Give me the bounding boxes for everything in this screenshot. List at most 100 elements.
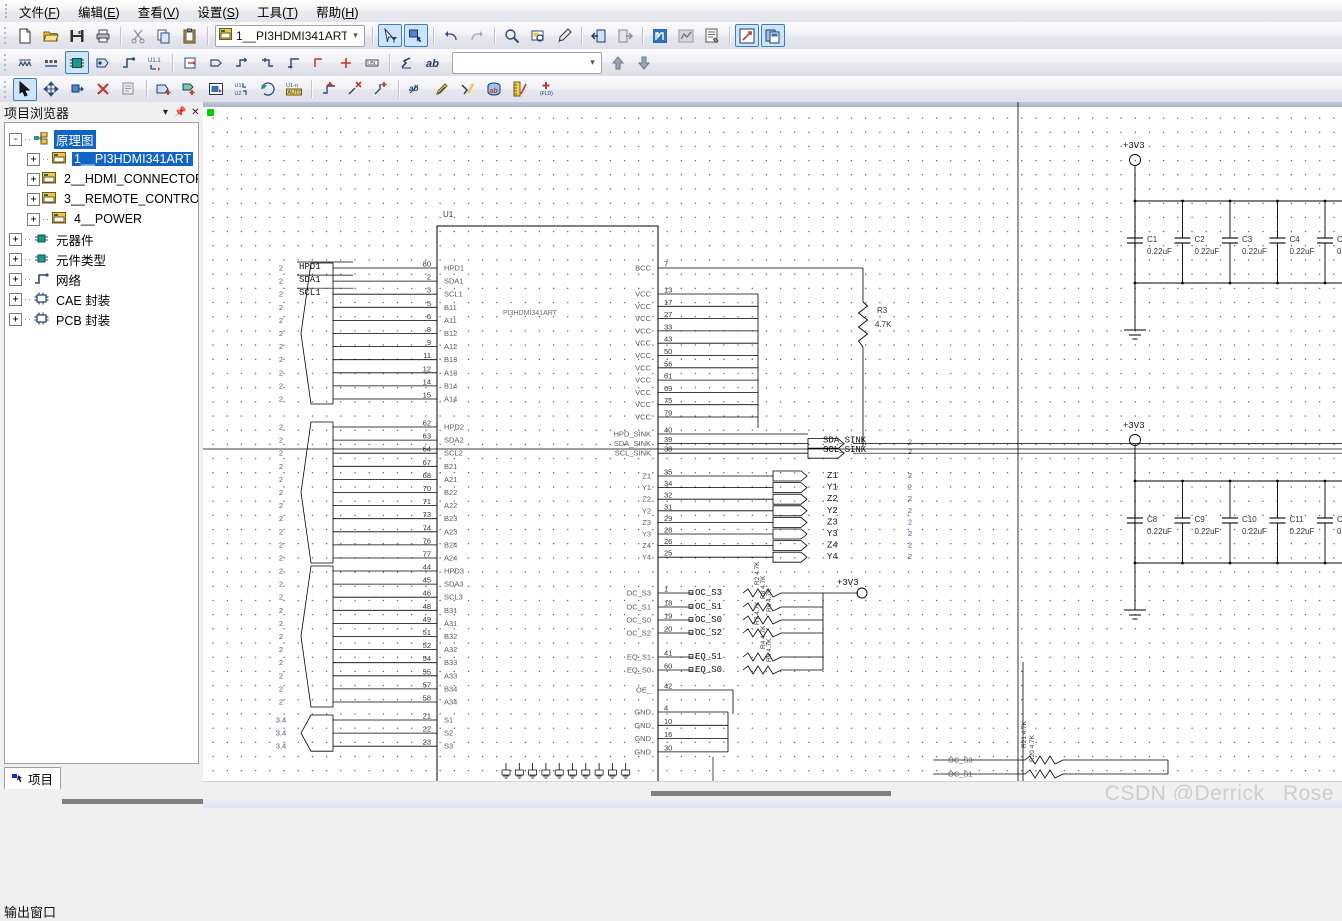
edit-attr-icon[interactable]: ab (404, 78, 428, 101)
menu-item-tools[interactable]: 工具(T) (248, 0, 307, 23)
place-ref-icon[interactable]: U1.1 (143, 51, 167, 74)
tree-expander[interactable]: + (9, 292, 22, 306)
net-name-combo[interactable]: ▾ (452, 51, 602, 74)
edit-text-icon[interactable] (430, 78, 454, 101)
highlight-net-icon[interactable] (456, 78, 480, 101)
schematic-canvas[interactable]: U1 PI3HDMI341ART HPD1 80 2 HPD1 SDA1 2 2 SDA1 SCL1… (203, 102, 1342, 808)
menu-item-file[interactable]: 文件(F) (10, 0, 69, 23)
sheet-selector[interactable]: 1__PI3HDMI341ART ▾ (215, 24, 365, 47)
print-icon[interactable] (91, 24, 115, 47)
menu-item-edit[interactable]: 编辑(E) (69, 0, 129, 23)
tree-expander[interactable]: + (9, 272, 22, 286)
db-attr-icon[interactable]: ab (482, 78, 506, 101)
place-pin-icon[interactable] (178, 51, 202, 74)
tree-item-[interactable]: + ·· 元件类型 (9, 249, 198, 269)
tree-item-cae[interactable]: + ·· CAE 封装 (9, 289, 198, 309)
pin-icon[interactable]: 📌 (173, 105, 188, 120)
tree-expander[interactable]: + (27, 192, 40, 206)
tree-item-4-power[interactable]: + ·· 4__POWER (9, 209, 198, 229)
menu-item-settings[interactable]: 设置(S) (188, 0, 248, 23)
redo-icon[interactable] (465, 24, 489, 47)
undo-icon[interactable] (439, 24, 463, 47)
save-disk-icon[interactable] (65, 24, 89, 47)
swap-parts-icon[interactable]: U1 U2 (230, 78, 254, 101)
tree-item-[interactable]: + ·· 元器件 (9, 229, 198, 249)
tab-project[interactable]: 项目 (4, 767, 62, 789)
add-part-icon[interactable] (152, 78, 176, 101)
place-line-icon[interactable] (308, 51, 332, 74)
place-label-icon[interactable]: LBL (360, 51, 384, 74)
copy-icon[interactable] (152, 24, 176, 47)
scrollbar-thumb[interactable] (62, 799, 221, 804)
tree-item-[interactable]: + ·· 网络 (9, 269, 198, 289)
highlight-pen-icon[interactable] (552, 24, 576, 47)
place-wire-icon[interactable] (117, 51, 141, 74)
select-object-icon[interactable] (404, 24, 428, 47)
place-cross-icon[interactable] (334, 51, 358, 74)
place-offpage-icon[interactable] (204, 51, 228, 74)
place-junction-icon[interactable] (282, 51, 306, 74)
pop-out-icon[interactable] (613, 24, 637, 47)
tree-expander[interactable]: + (9, 232, 22, 246)
pointer-icon[interactable] (13, 77, 37, 101)
zoom-icon[interactable] (500, 24, 524, 47)
zoom-window-icon[interactable] (526, 24, 550, 47)
add-pin-icon[interactable] (178, 78, 202, 101)
add-image-icon[interactable] (204, 78, 228, 101)
menu-item-view[interactable]: 查看(V) (129, 0, 189, 23)
paste-icon[interactable] (178, 24, 202, 47)
move-up-icon[interactable] (606, 51, 630, 74)
tree-expander[interactable]: - (9, 132, 22, 146)
move-down-icon[interactable] (632, 51, 656, 74)
tree-item-3-remote-control[interactable]: +··3__REMOTE_CONTROL (9, 189, 198, 209)
properties-icon[interactable] (700, 24, 724, 47)
tree-horizontal-scrollbar[interactable] (5, 795, 221, 808)
ruler-icon[interactable] (508, 78, 532, 101)
place-zigzag-icon[interactable] (395, 51, 419, 74)
chevron-down-icon[interactable]: ▾ (584, 54, 601, 72)
place-port-icon[interactable] (91, 51, 115, 74)
add-net-icon[interactable] (317, 78, 341, 101)
add-junction-icon[interactable] (369, 78, 393, 101)
place-component-icon[interactable] (65, 51, 89, 74)
chevron-down-icon[interactable]: ▾ (347, 27, 364, 45)
tree-expander[interactable]: + (9, 312, 22, 326)
net-nav-icon[interactable] (674, 24, 698, 47)
new-file-icon[interactable] (13, 24, 37, 47)
chevron-down-icon[interactable]: ▾ (158, 105, 173, 120)
toolbar-grip-3[interactable] (2, 80, 9, 99)
push-into-icon[interactable] (587, 24, 611, 47)
tree-item-1-pi3hdmi341art[interactable]: + ·· 1__PI3HDMI341ART (9, 149, 198, 169)
rotate-icon[interactable] (65, 78, 89, 101)
tree-expander[interactable]: + (27, 212, 40, 226)
tree-item-[interactable]: - ·· 原理图 (9, 129, 198, 149)
place-signal-icon[interactable] (230, 51, 254, 74)
place-text-icon[interactable]: ab (421, 51, 445, 74)
auto-number-icon[interactable]: U1-n AUTO (282, 78, 306, 101)
place-bus-icon[interactable] (39, 51, 63, 74)
tree-item-pcb[interactable]: + ·· PCB 封装 (9, 309, 198, 329)
tree-expander[interactable]: + (27, 152, 40, 166)
tree-expander[interactable]: + (27, 172, 40, 186)
toolbar-grip-1[interactable] (2, 26, 9, 45)
move-icon[interactable] (39, 78, 63, 101)
delete-x-icon[interactable] (91, 78, 115, 101)
cut-scissors-icon[interactable] (126, 24, 150, 47)
project-tree[interactable]: -··原理图+··1__PI3HDMI341ART+··2__HDMI_CONN… (4, 122, 199, 764)
copy-sheet-icon[interactable] (761, 24, 785, 47)
renumber-icon[interactable] (256, 78, 280, 101)
select-filter-icon[interactable] (378, 24, 402, 47)
cross-probe-icon[interactable] (648, 24, 672, 47)
open-folder-icon[interactable] (39, 24, 63, 47)
canvas-horizontal-scrollbar[interactable] (651, 791, 891, 796)
close-icon[interactable]: ✕ (188, 105, 203, 120)
place-bus-entry-icon[interactable] (256, 51, 280, 74)
menu-grip[interactable] (2, 3, 10, 19)
place-net-icon[interactable] (13, 51, 37, 74)
toolbar-grip-2[interactable] (2, 53, 9, 72)
menu-item-help[interactable]: 帮助(H) (307, 0, 367, 23)
break-net-icon[interactable] (343, 78, 367, 101)
run-script-icon[interactable] (735, 24, 759, 47)
add-field-icon[interactable]: (FLD) (534, 78, 558, 101)
properties-sheet-icon[interactable] (117, 78, 141, 101)
